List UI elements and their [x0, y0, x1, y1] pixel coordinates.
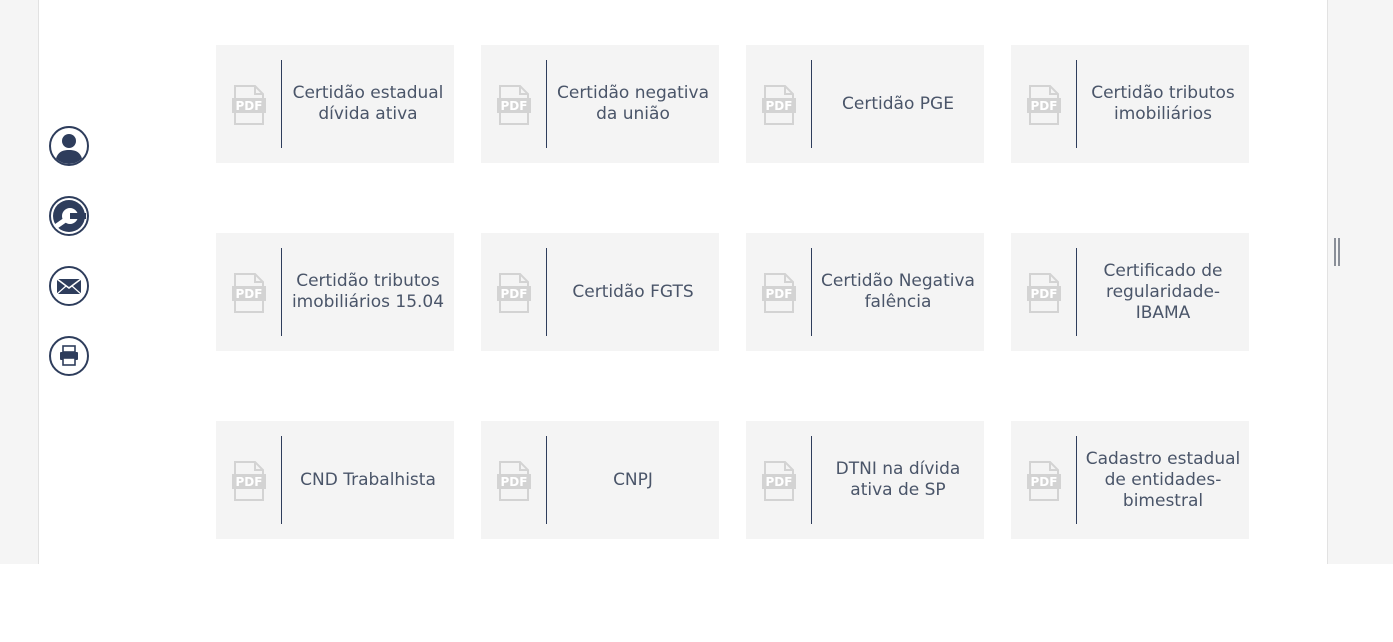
document-card[interactable]: PDF Certidão negativa da união	[481, 45, 719, 163]
pdf-file-icon: PDF	[762, 273, 796, 313]
document-label: Certidão tributos imobiliários	[1091, 83, 1235, 124]
svg-text:PDF: PDF	[1031, 287, 1058, 301]
document-card[interactable]: PDF Certidão tributos imobiliários 15.04	[216, 233, 454, 351]
document-label: Certificado de regularidade-IBAMA	[1103, 260, 1223, 323]
pdf-file-icon: PDF	[232, 461, 266, 501]
pdf-file-icon: PDF	[497, 273, 531, 313]
resize-grip-line	[1334, 238, 1336, 266]
svg-text:PDF: PDF	[236, 475, 263, 489]
document-label: Certidão FGTS	[572, 281, 694, 302]
pdf-file-icon: PDF	[1027, 461, 1061, 501]
pdf-file-icon: PDF	[762, 85, 796, 125]
document-label: Certidão tributos imobiliários 15.04	[291, 271, 445, 312]
svg-text:PDF: PDF	[766, 287, 793, 301]
card-divider	[281, 248, 282, 336]
document-label: DTNI na dívida ativa de SP	[835, 459, 961, 500]
card-divider	[546, 60, 547, 148]
card-divider	[811, 248, 812, 336]
document-label: Certidão estadual dívida ativa	[292, 83, 444, 124]
card-divider	[281, 436, 282, 524]
printer-glyph	[60, 345, 78, 366]
card-divider	[811, 60, 812, 148]
document-label: Cadastro estadual de entidades-bimestral	[1085, 448, 1241, 511]
document-card[interactable]: PDF Cadastro estadual de entidades-bimes…	[1011, 421, 1249, 539]
pdf-file-icon: PDF	[1027, 85, 1061, 125]
document-card[interactable]: PDF Certificado de regularidade-IBAMA	[1011, 233, 1249, 351]
pdf-file-icon: PDF	[497, 85, 531, 125]
document-card[interactable]: PDF Certidão estadual dívida ativa	[216, 45, 454, 163]
document-label: Certidão negativa da união	[556, 83, 710, 124]
panel-resize-handle[interactable]	[1334, 238, 1342, 266]
card-divider	[1076, 436, 1077, 524]
svg-text:PDF: PDF	[766, 99, 793, 113]
user-icon[interactable]	[49, 126, 89, 166]
pdf-file-icon: PDF	[1027, 273, 1061, 313]
document-card[interactable]: PDF Certidão tributos imobiliários	[1011, 45, 1249, 163]
svg-text:PDF: PDF	[236, 99, 263, 113]
print-icon[interactable]	[49, 336, 89, 376]
document-card[interactable]: PDF Certidão PGE	[746, 45, 984, 163]
svg-text:PDF: PDF	[1031, 99, 1058, 113]
document-label: Certidão PGE	[842, 93, 954, 114]
document-card[interactable]: PDF Certidão Negativa falência	[746, 233, 984, 351]
pdf-file-icon: PDF	[497, 461, 531, 501]
mail-glyph	[51, 268, 87, 304]
pdf-file-icon: PDF	[762, 461, 796, 501]
document-card[interactable]: PDF Certidão FGTS	[481, 233, 719, 351]
svg-text:PDF: PDF	[766, 475, 793, 489]
document-label: CND Trabalhista	[300, 469, 436, 490]
document-card[interactable]: PDF DTNI na dívida ativa de SP	[746, 421, 984, 539]
svg-text:PDF: PDF	[236, 287, 263, 301]
resize-grip-line	[1338, 238, 1340, 266]
card-divider	[811, 436, 812, 524]
svg-text:PDF: PDF	[501, 99, 528, 113]
document-label: Certidão Negativa falência	[821, 271, 975, 312]
card-divider	[1076, 60, 1077, 148]
pdf-file-icon: PDF	[232, 85, 266, 125]
wrench-glyph	[53, 200, 86, 232]
svg-text:PDF: PDF	[501, 287, 528, 301]
user-glyph	[55, 134, 83, 164]
card-divider	[281, 60, 282, 148]
pdf-file-icon: PDF	[232, 273, 266, 313]
document-card[interactable]: PDF CND Trabalhista	[216, 421, 454, 539]
document-card[interactable]: PDF CNPJ	[481, 421, 719, 539]
document-label: CNPJ	[613, 469, 653, 490]
page-footer-space	[0, 564, 1393, 642]
svg-text:PDF: PDF	[1031, 475, 1058, 489]
card-divider	[546, 436, 547, 524]
card-divider	[546, 248, 547, 336]
mail-icon[interactable]	[49, 266, 89, 306]
wrench-icon[interactable]	[49, 196, 89, 236]
card-divider	[1076, 248, 1077, 336]
svg-text:PDF: PDF	[501, 475, 528, 489]
